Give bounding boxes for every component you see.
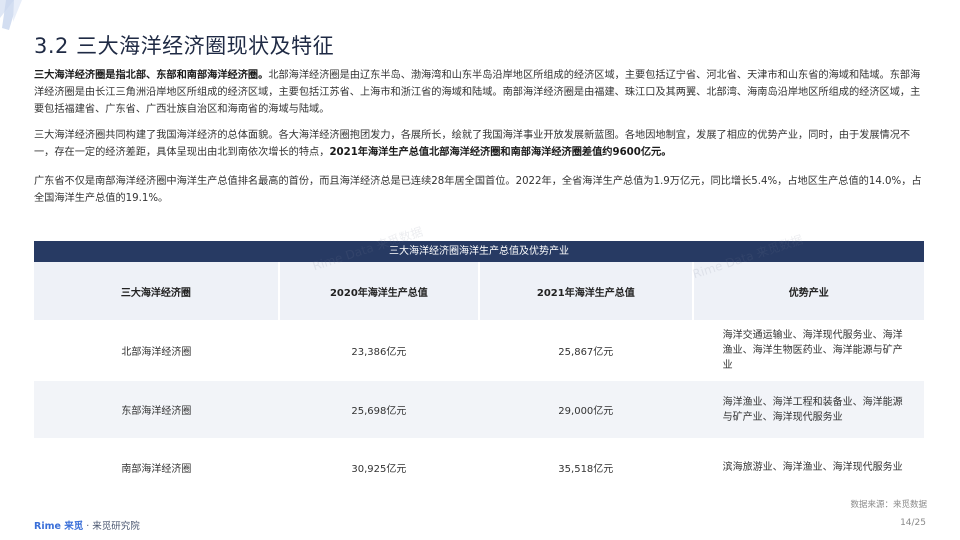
cell-industry: 滨海旅游业、海洋渔业、海洋现代服务业 bbox=[722, 461, 903, 473]
table-row: 北部海洋经济圈 23,386亿元 25,867亿元 海洋交通运输业、海洋现代服务… bbox=[34, 320, 924, 381]
paragraph-overview: 三大海洋经济圈共同构建了我国海洋经济的总体面貌。各大海洋经济圈抱团发力，各展所长… bbox=[34, 127, 922, 161]
header-industry: 优势产业 bbox=[692, 262, 924, 320]
data-source: 数据来源：来觅数据 bbox=[850, 500, 927, 510]
cell-gdp-2021: 35,518亿元 bbox=[558, 463, 614, 475]
table-row: 东部海洋经济圈 25,698亿元 29,000亿元 海洋渔业、海洋工程和装备业、… bbox=[34, 381, 924, 438]
cell-industry: 海洋渔业、海洋工程和装备业、海洋能源与矿产业、海洋现代服务业 bbox=[722, 396, 903, 423]
page-number: 14/25 bbox=[900, 518, 926, 528]
cell-industry: 海洋交通运输业、海洋现代服务业、海洋渔业、海洋生物医药业、海洋能源与矿产业 bbox=[722, 330, 903, 371]
header-zone: 三大海洋经济圈 bbox=[34, 262, 280, 320]
gdp-table: 三大海洋经济圈海洋生产总值及优势产业 三大海洋经济圈 2020年海洋生产总值 2… bbox=[34, 241, 924, 496]
cell-zone: 南部海洋经济圈 bbox=[121, 463, 192, 475]
cell-gdp-2020: 23,386亿元 bbox=[351, 347, 407, 358]
brand-name: Rime 来觅 bbox=[34, 521, 84, 532]
footer-logo: Rime 来觅 · 来觅研究院 bbox=[34, 518, 140, 532]
org-name: · 来觅研究院 bbox=[83, 521, 140, 532]
paragraph-intro-bold: 三大海洋经济圈是指北部、东部和南部海洋经济圈。 bbox=[34, 70, 269, 81]
paragraph-guangdong: 广东省不仅是南部海洋经济圈中海洋生产总值排名最高的首份，而且海洋经济总是已连续2… bbox=[34, 176, 922, 204]
cell-zone: 东部海洋经济圈 bbox=[121, 406, 192, 417]
table-row: 南部海洋经济圈 30,925亿元 35,518亿元 滨海旅游业、海洋渔业、海洋现… bbox=[34, 438, 924, 496]
paragraph-intro: 三大海洋经济圈是指北部、东部和南部海洋经济圈。北部海洋经济圈是由辽东半岛、渤海湾… bbox=[34, 67, 922, 118]
cell-gdp-2020: 30,925亿元 bbox=[351, 463, 407, 475]
header-gdp-2020: 2020年海洋生产总值 bbox=[278, 262, 481, 320]
header-gdp-2021: 2021年海洋生产总值 bbox=[479, 262, 694, 320]
cell-zone: 北部海洋经济圈 bbox=[121, 347, 192, 358]
cell-gdp-2020: 25,698亿元 bbox=[351, 406, 407, 417]
paragraph-overview-bold: 2021年海洋生产总值北部海洋经济圈和南部海洋经济圈差值约9600亿元。 bbox=[329, 147, 672, 158]
cell-gdp-2021: 29,000亿元 bbox=[558, 406, 614, 417]
table-header-row: 三大海洋经济圈 2020年海洋生产总值 2021年海洋生产总值 优势产业 bbox=[34, 262, 924, 320]
table-caption: 三大海洋经济圈海洋生产总值及优势产业 bbox=[34, 241, 924, 262]
page-title: 3.2 三大海洋经济圈现状及特征 bbox=[34, 34, 335, 58]
cell-gdp-2021: 25,867亿元 bbox=[558, 347, 614, 358]
